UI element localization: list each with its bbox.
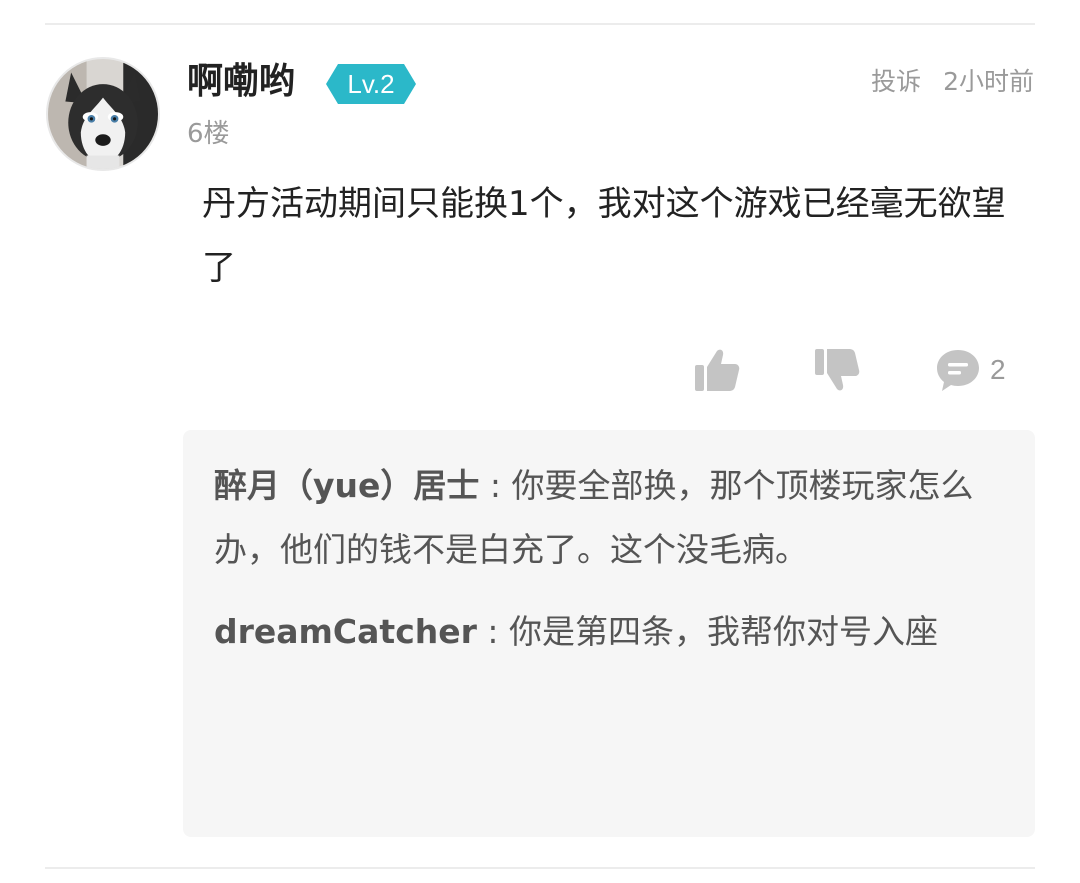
comment-bubble-icon xyxy=(937,350,979,391)
thumbs-up-icon xyxy=(695,349,740,391)
comment-actions: 2 xyxy=(0,340,1080,400)
reply-separator: : xyxy=(479,466,512,505)
reply-item[interactable]: dreamCatcher : 你是第四条，我帮你对号入座 xyxy=(214,600,979,664)
bottom-divider xyxy=(45,867,1035,869)
comment-count: 2 xyxy=(990,354,1006,385)
husky-avatar-icon xyxy=(48,59,158,169)
reply-author[interactable]: 醉月（yue）居士 xyxy=(214,466,479,505)
comment-button[interactable]: 2 xyxy=(934,340,1006,400)
comment-content: 丹方活动期间只能换1个，我对这个游戏已经毫无欲望了 xyxy=(202,184,1006,288)
floor-number: 6楼 xyxy=(187,119,230,149)
thumbs-down-icon xyxy=(815,349,860,391)
comment-meta: 投诉 2小时前 xyxy=(857,64,1034,100)
reply-separator: : xyxy=(476,612,510,651)
level-badge: Lv.2 xyxy=(326,64,416,104)
reply-list: 醉月（yue）居士 : 你要全部换，那个顶楼玩家怎么办，他们的钱不是白充了。这个… xyxy=(183,430,1035,837)
reply-author[interactable]: dreamCatcher xyxy=(214,612,477,651)
avatar[interactable] xyxy=(46,57,160,171)
reply-item[interactable]: 醉月（yue）居士 : 你要全部换，那个顶楼玩家怎么办，他们的钱不是白充了。这个… xyxy=(214,454,979,582)
comment-time: 2小时前 xyxy=(943,67,1034,96)
dislike-button[interactable] xyxy=(812,340,862,400)
report-button[interactable]: 投诉 xyxy=(871,67,921,96)
reply-text: 你是第四条，我帮你对号入座 xyxy=(509,612,939,651)
like-button[interactable] xyxy=(692,340,742,400)
top-divider xyxy=(45,23,1035,25)
comment-username[interactable]: 啊嘞哟 xyxy=(187,58,295,106)
